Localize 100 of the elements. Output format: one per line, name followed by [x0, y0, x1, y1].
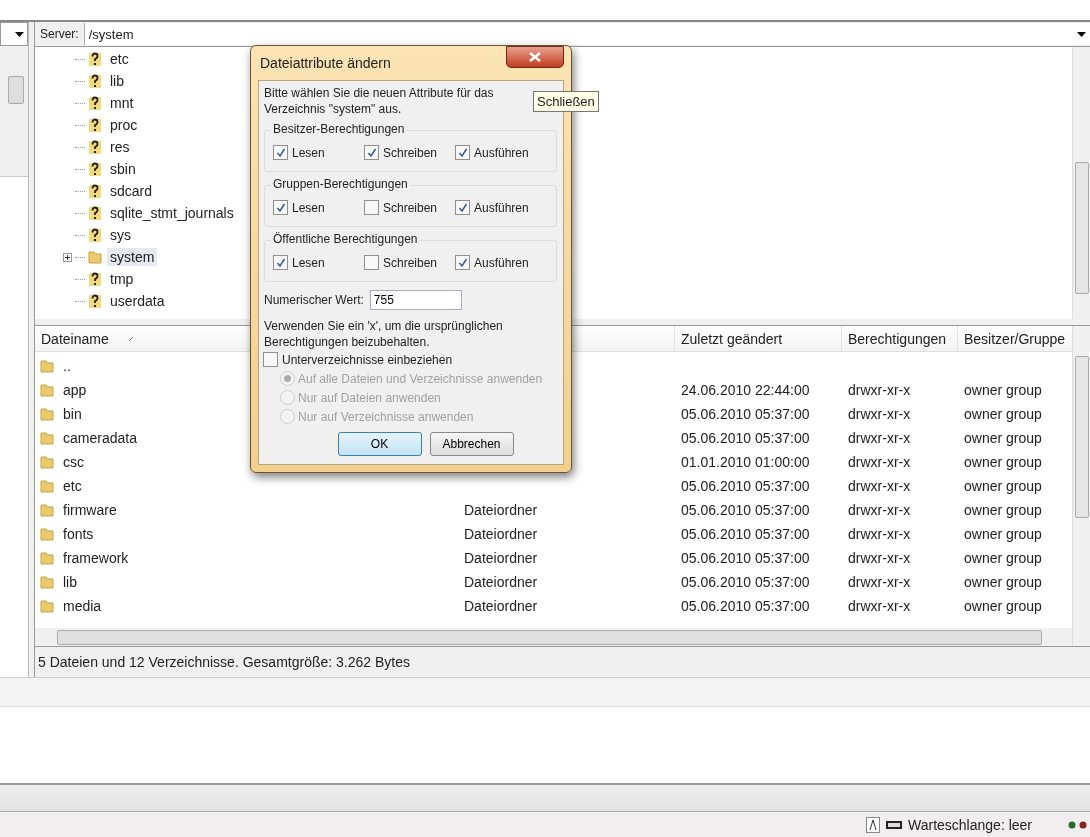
- owner-group: owner group: [964, 430, 1042, 446]
- tree-item[interactable]: sbin: [107, 160, 139, 178]
- dialog-title: Dateiattribute ändern: [260, 55, 391, 71]
- unknown-folder-icon: [87, 293, 103, 309]
- modified-date: 05.06.2010 05:37:00: [681, 502, 810, 518]
- modified-date: 05.06.2010 05:37:00: [681, 526, 810, 542]
- tree-item[interactable]: tmp: [107, 270, 137, 288]
- file-name[interactable]: framework: [63, 550, 129, 566]
- checkbox-label: Ausführen: [474, 255, 529, 270]
- scrollbar[interactable]: [35, 628, 1072, 646]
- owner-group: owner group: [964, 502, 1042, 518]
- column-header[interactable]: Besitzer/Gruppe: [958, 326, 1068, 351]
- permissions: drwxr-xr-x: [848, 526, 911, 542]
- dialog-instructions: Bitte wählen Sie die neuen Attribute für das Verzeichnis "system" aus.: [264, 85, 495, 117]
- file-type: Dateiordner: [464, 550, 538, 566]
- path-field[interactable]: /system: [83, 23, 1090, 45]
- checkbox[interactable]: [455, 145, 470, 160]
- column-header[interactable]: Berechtigungen: [842, 326, 958, 351]
- owner-group: owner group: [964, 406, 1042, 422]
- folder-icon: [39, 358, 55, 374]
- checkbox[interactable]: [273, 200, 288, 215]
- file-name[interactable]: etc: [63, 478, 82, 494]
- unknown-folder-icon: [87, 161, 103, 177]
- tree-item[interactable]: etc: [107, 50, 132, 68]
- folder-icon: [87, 249, 103, 265]
- file-type: Dateiordner: [464, 598, 538, 614]
- folder-icon: [39, 526, 55, 542]
- tree-item[interactable]: userdata: [107, 292, 168, 310]
- local-path-dropdown[interactable]: [0, 22, 28, 46]
- file-name[interactable]: media: [63, 598, 102, 614]
- checkbox-label: Unterverzeichnisse einbeziehen: [282, 352, 453, 367]
- owner-group: owner group: [964, 526, 1042, 542]
- numeric-label: Numerischer Wert:: [264, 293, 364, 307]
- folder-icon: [39, 382, 55, 398]
- checkbox[interactable]: [273, 255, 288, 270]
- file-name[interactable]: fonts: [63, 526, 94, 542]
- permissions: drwxr-xr-x: [848, 478, 911, 494]
- file-name[interactable]: csc: [63, 454, 84, 470]
- checkbox[interactable]: [263, 352, 278, 367]
- checkbox[interactable]: [455, 255, 470, 270]
- unknown-folder-icon: [87, 271, 103, 287]
- permissions: drwxr-xr-x: [848, 550, 911, 566]
- unknown-folder-icon: [87, 73, 103, 89]
- close-icon: [529, 52, 541, 62]
- folder-icon: [39, 406, 55, 422]
- numeric-value-field[interactable]: 755: [369, 290, 462, 310]
- checkbox[interactable]: [455, 200, 470, 215]
- modified-date: 05.06.2010 05:37:00: [681, 478, 810, 494]
- folder-icon: [39, 430, 55, 446]
- checkbox[interactable]: [364, 255, 379, 270]
- queue-status: Warteschlange: leer: [908, 816, 1032, 833]
- folder-icon: [39, 478, 55, 494]
- unknown-folder-icon: [87, 139, 103, 155]
- directory-summary: 5 Dateien und 12 Verzeichnisse. Gesamtgröße: 3.262 Bytes: [38, 654, 410, 670]
- scrollbar[interactable]: [1072, 326, 1090, 646]
- scrollbar[interactable]: [1072, 47, 1090, 319]
- file-name[interactable]: firmware: [63, 502, 117, 518]
- folder-icon: [39, 550, 55, 566]
- file-name[interactable]: app: [63, 382, 87, 398]
- file-name[interactable]: cameradata: [63, 430, 137, 446]
- permissions: drwxr-xr-x: [848, 574, 911, 590]
- activity-led-icon: [1068, 820, 1088, 829]
- unknown-folder-icon: [87, 51, 103, 67]
- expand-icon[interactable]: [63, 252, 72, 262]
- server-label: Server:: [39, 27, 80, 41]
- permissions: drwxr-xr-x: [848, 382, 911, 398]
- tree-item[interactable]: sqlite_stmt_journals: [107, 204, 237, 222]
- checkbox[interactable]: [364, 200, 379, 215]
- group-title: Gruppen-Berechtigungen: [271, 177, 410, 191]
- tree-item[interactable]: proc: [107, 116, 141, 134]
- file-name[interactable]: ..: [63, 358, 71, 374]
- checkbox-label: Ausführen: [474, 200, 529, 215]
- folder-icon: [39, 574, 55, 590]
- column-header[interactable]: Zuletzt geändert: [675, 326, 842, 351]
- permissions: drwxr-xr-x: [848, 430, 911, 446]
- file-name[interactable]: bin: [63, 406, 82, 422]
- owner-group: owner group: [964, 454, 1042, 470]
- tooltip: Schließen: [533, 91, 599, 112]
- tree-item[interactable]: system: [107, 248, 158, 266]
- dialog-button[interactable]: OK: [337, 432, 422, 456]
- unknown-folder-icon: [87, 183, 103, 199]
- radio-label: Auf alle Dateien und Verzeichnisse anwenden: [298, 371, 543, 386]
- file-name[interactable]: lib: [63, 574, 77, 590]
- checkbox[interactable]: [364, 145, 379, 160]
- checkbox-label: Lesen: [292, 255, 325, 270]
- tree-item[interactable]: lib: [107, 72, 127, 90]
- tree-item[interactable]: sdcard: [107, 182, 156, 200]
- tree-item[interactable]: res: [107, 138, 133, 156]
- modified-date: 05.06.2010 05:37:00: [681, 598, 810, 614]
- checkbox[interactable]: [273, 145, 288, 160]
- folder-icon: [39, 598, 55, 614]
- folder-icon: [39, 502, 55, 518]
- radio-label: Nur auf Verzeichnisse anwenden: [298, 409, 474, 424]
- dialog-button[interactable]: Abbrechen: [429, 432, 514, 456]
- tree-item[interactable]: mnt: [107, 94, 137, 112]
- tree-item[interactable]: sys: [107, 226, 134, 244]
- folder-icon: [39, 454, 55, 470]
- owner-group: owner group: [964, 478, 1042, 494]
- permissions: drwxr-xr-x: [848, 502, 911, 518]
- close-button[interactable]: [506, 46, 564, 68]
